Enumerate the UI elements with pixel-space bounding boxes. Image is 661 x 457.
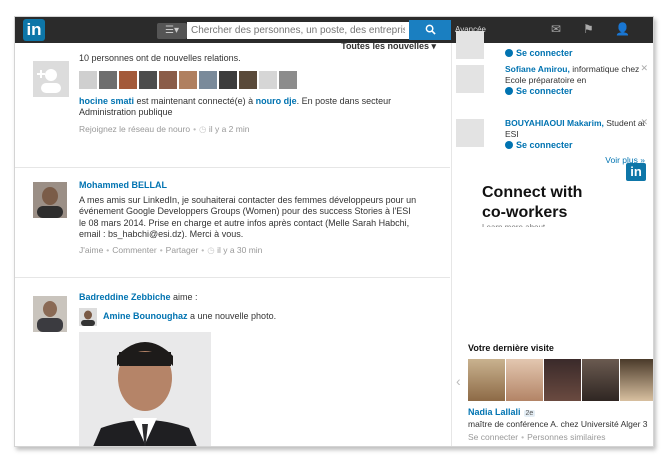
connection-thumbnail[interactable]: [239, 70, 257, 89]
ad-learn-more-link[interactable]: Learn more about: [482, 223, 545, 227]
add-user-icon: [33, 61, 69, 97]
author-photo: [33, 182, 67, 218]
visitor-photo[interactable]: [544, 359, 581, 401]
add-connection-icon[interactable]: 👤: [615, 22, 630, 36]
visitor-photos: [468, 359, 653, 401]
connect-button[interactable]: Se connecter: [505, 140, 645, 151]
connection-thumbnail[interactable]: [179, 70, 197, 89]
share-button[interactable]: Partager: [166, 245, 199, 255]
mail-icon[interactable]: ✉: [551, 22, 561, 36]
visitor-headline: maître de conférence A. chez Université …: [468, 419, 648, 429]
person-name-link[interactable]: BOUYAHIAOUI Makarim,: [505, 118, 604, 128]
connect-icon: [505, 49, 513, 57]
person-avatar[interactable]: [456, 65, 484, 93]
like-button[interactable]: J'aime: [79, 245, 103, 255]
author-photo: [33, 296, 67, 332]
visitor-photo[interactable]: [620, 359, 653, 401]
advertisement[interactable]: in Connect with co-workers Learn more ab…: [452, 163, 653, 251]
connection-thumbnail[interactable]: [139, 70, 157, 89]
connection-thumbnail[interactable]: [199, 70, 217, 89]
connect-button[interactable]: Se connecter: [505, 48, 573, 58]
sub-author-link[interactable]: Amine Bounoughaz: [103, 311, 188, 321]
connect-icon: [505, 141, 513, 149]
connection-name-link[interactable]: hocine smati: [79, 96, 134, 106]
connection-thumbnail[interactable]: [79, 70, 97, 89]
linkedin-ad-logo: in: [626, 163, 646, 181]
sub-author-avatar[interactable]: [79, 307, 97, 326]
post-timestamp: il y a 2 min: [208, 123, 250, 134]
visitor-photo[interactable]: [582, 359, 619, 401]
visitor-connect-link[interactable]: Se connecter: [468, 432, 518, 442]
comment-button[interactable]: Commenter: [112, 245, 156, 255]
person-avatar[interactable]: [456, 31, 484, 59]
post-author-link[interactable]: Badreddine Zebbiche: [79, 292, 171, 302]
post-timestamp: il y a 30 min: [217, 244, 263, 255]
ad-title-line: Connect with: [482, 184, 583, 201]
connection-thumbnail[interactable]: [119, 70, 137, 89]
feed-post-status: Mohammed BELLAL A mes amis sur LinkedIn,…: [15, 168, 450, 278]
chevron-down-icon: ▾: [173, 25, 179, 36]
author-avatar[interactable]: [33, 182, 67, 218]
people-you-may-know-item: Sofiane Amirou, informatique chez Ecole …: [452, 63, 653, 113]
person-name-link[interactable]: Sofiane Amirou,: [505, 64, 570, 74]
search-category-dropdown[interactable]: ☰▾: [157, 23, 187, 39]
visitor-photo[interactable]: [468, 359, 505, 401]
connect-icon: [505, 87, 513, 95]
top-navigation-bar: in ☰▾ Avancée ✉ ⚑ 👤: [15, 17, 653, 43]
right-sidebar: Se connecter Sofiane Amirou, informatiqu…: [451, 31, 653, 446]
search-icon: [425, 24, 436, 35]
post-text: A mes amis sur LinkedIn, je souhaiterai …: [79, 194, 417, 240]
linkedin-window: in ☰▾ Avancée ✉ ⚑ 👤 Toutes les nouvelles…: [14, 16, 654, 447]
author-avatar[interactable]: [33, 296, 67, 332]
connection-thumbnail[interactable]: [219, 70, 237, 89]
chevron-left-icon[interactable]: ‹: [456, 373, 461, 389]
list-icon: ☰: [165, 25, 174, 36]
post-text: 10 personnes ont de nouvelles relations.: [79, 53, 241, 63]
close-icon[interactable]: ✕: [640, 63, 648, 74]
connection-name-link[interactable]: nouro dje: [256, 96, 297, 106]
last-visit-heading: Votre dernière visite: [468, 343, 554, 353]
connection-thumbnail[interactable]: [259, 70, 277, 89]
connection-thumbnail[interactable]: [99, 70, 117, 89]
news-feed: Toutes les nouvelles ▾ 10 personnes ont …: [15, 41, 450, 446]
portrait-photo: [79, 331, 211, 446]
join-network-link[interactable]: Rejoignez le réseau de nouro: [79, 124, 190, 134]
people-you-may-know-item: Se connecter: [452, 31, 653, 63]
clock-icon: ◷: [207, 244, 215, 255]
ad-title-line: co-workers: [482, 204, 568, 221]
people-you-may-know-item: BOUYAHIAOUI Makarim, Student at ESI Se c…: [452, 117, 653, 157]
similar-people-link[interactable]: Personnes similaires: [527, 432, 605, 442]
connection-thumbnail[interactable]: [159, 70, 177, 89]
search-input[interactable]: [187, 22, 409, 39]
connection-thumbnail[interactable]: [279, 70, 297, 89]
linkedin-logo[interactable]: in: [23, 19, 45, 41]
connections-placeholder-avatar: [33, 61, 69, 97]
connect-button[interactable]: Se connecter: [505, 86, 645, 97]
degree-badge: 2e: [523, 410, 536, 417]
search-button[interactable]: [409, 20, 451, 40]
feed-post-connections: 10 personnes ont de nouvelles relations.…: [15, 43, 450, 168]
visitor-name-link[interactable]: Nadia Lallali: [468, 407, 521, 417]
close-icon[interactable]: ✕: [640, 117, 648, 128]
post-author-link[interactable]: Mohammed BELLAL: [79, 180, 419, 192]
shared-photo[interactable]: [79, 331, 211, 446]
clock-icon: ◷: [199, 123, 207, 134]
person-avatar[interactable]: [456, 119, 484, 147]
visitor-photo[interactable]: [506, 359, 543, 401]
feed-post-like: Badreddine Zebbiche aime : Amine Bounoug…: [15, 278, 450, 446]
flag-icon[interactable]: ⚑: [583, 22, 594, 36]
new-connections-thumbnails: [79, 70, 419, 89]
